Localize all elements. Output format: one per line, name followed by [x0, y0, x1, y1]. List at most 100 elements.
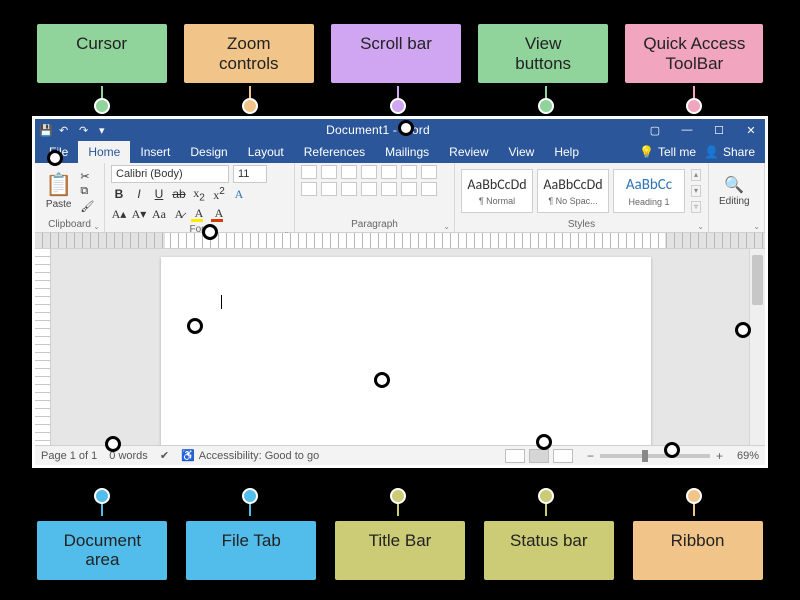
align-left-button[interactable] [301, 182, 317, 196]
page[interactable] [161, 257, 651, 445]
share-icon: 👤 [704, 145, 719, 159]
show-marks-button[interactable] [421, 165, 437, 179]
group-editing: 🔍 Editing [709, 163, 765, 232]
underline-button[interactable]: U [151, 187, 167, 202]
save-icon[interactable]: 💾 [39, 124, 51, 136]
view-web-layout[interactable] [553, 449, 573, 463]
status-page[interactable]: Page 1 of 1 [41, 450, 97, 462]
font-name-select[interactable]: Calibri (Body) [111, 165, 229, 183]
callout-document-area: Document area [37, 521, 167, 580]
accessibility-icon: ♿ [181, 449, 195, 462]
ribbon-tabs: File Home Insert Design Layout Reference… [35, 141, 765, 163]
align-right-button[interactable] [341, 182, 357, 196]
styles-scroll[interactable]: ▴▾▿ [689, 169, 701, 213]
callout-zoom-controls: Zoom controls [184, 24, 314, 83]
tab-insert[interactable]: Insert [130, 141, 180, 163]
line-spacing-button[interactable] [381, 182, 397, 196]
copy-icon[interactable]: ⧉ [80, 185, 94, 198]
font-color-button[interactable]: A [211, 206, 227, 222]
text-effects-button[interactable]: A [231, 187, 247, 202]
text-cursor [221, 295, 222, 309]
view-buttons [505, 449, 573, 463]
bullets-button[interactable] [301, 165, 317, 179]
callout-file-tab: File Tab [186, 521, 316, 580]
bold-button[interactable]: B [111, 187, 127, 202]
minimize-button[interactable]: — [677, 125, 697, 135]
justify-button[interactable] [361, 182, 377, 196]
zoom-slider[interactable] [600, 454, 710, 458]
grow-font-button[interactable]: A▴ [111, 207, 127, 222]
close-button[interactable]: ✕ [741, 125, 761, 135]
zoom-out-button[interactable]: − [585, 449, 596, 463]
highlight-button[interactable]: A [191, 206, 207, 222]
sort-button[interactable] [401, 165, 417, 179]
view-read-mode[interactable] [505, 449, 525, 463]
numbering-button[interactable] [321, 165, 337, 179]
tab-layout[interactable]: Layout [238, 141, 294, 163]
ribbon-display-icon[interactable]: ▢ [645, 125, 665, 135]
style-heading-1[interactable]: AaBbCc Heading 1 [613, 169, 685, 213]
tab-design[interactable]: Design [180, 141, 237, 163]
subscript-button[interactable]: x2 [191, 186, 207, 203]
group-clipboard: 📋 Paste ✂ ⧉ 🖌 Clipboard [35, 163, 105, 232]
superscript-button[interactable]: x2 [211, 186, 227, 203]
view-print-layout[interactable] [529, 449, 549, 463]
annotation-marker [536, 434, 552, 450]
zoom-controls: − + [585, 449, 725, 463]
group-label [709, 219, 764, 232]
clear-formatting-button[interactable]: A̷ [171, 207, 187, 222]
tab-review[interactable]: Review [439, 141, 498, 163]
borders-button[interactable] [421, 182, 437, 196]
callout-status-bar: Status bar [484, 521, 614, 580]
redo-icon[interactable]: ↷ [79, 124, 91, 136]
vertical-ruler[interactable] [35, 249, 51, 445]
align-center-button[interactable] [321, 182, 337, 196]
multilevel-button[interactable] [341, 165, 357, 179]
lightbulb-icon: 💡 [639, 145, 654, 159]
strikethrough-button[interactable]: ab [171, 187, 187, 202]
italic-button[interactable]: I [131, 187, 147, 202]
shading-button[interactable] [401, 182, 417, 196]
group-paragraph: Paragraph [295, 163, 455, 232]
customize-qat-icon[interactable]: ▾ [99, 124, 111, 136]
annotation-marker [735, 322, 751, 338]
ribbon: 📋 Paste ✂ ⧉ 🖌 Clipboard Calibri (Body) 1… [35, 163, 765, 233]
paste-button[interactable]: 📋 Paste [41, 172, 76, 210]
tab-view[interactable]: View [499, 141, 545, 163]
horizontal-ruler[interactable] [35, 233, 765, 249]
decrease-indent-button[interactable] [361, 165, 377, 179]
annotation-marker [202, 224, 218, 240]
callout-ribbon: Ribbon [633, 521, 763, 580]
share-button[interactable]: 👤 Share [704, 145, 755, 159]
undo-icon[interactable]: ↶ [59, 124, 71, 136]
format-painter-icon[interactable]: 🖌 [80, 200, 94, 213]
callout-quick-access: Quick Access ToolBar [625, 24, 763, 83]
tab-references[interactable]: References [294, 141, 375, 163]
callout-view-buttons: View buttons [478, 24, 608, 83]
tell-me[interactable]: 💡 Tell me [639, 145, 696, 159]
style-normal[interactable]: AaBbCcDd ¶ Normal [461, 169, 533, 213]
group-label: Paragraph [295, 219, 454, 232]
style-no-spacing[interactable]: AaBbCcDd ¶ No Spac... [537, 169, 609, 213]
cut-icon[interactable]: ✂ [80, 170, 94, 183]
annotation-marker [105, 436, 121, 452]
font-size-select[interactable]: 11 [233, 165, 267, 183]
zoom-in-button[interactable]: + [714, 449, 725, 463]
tab-home[interactable]: Home [78, 141, 130, 163]
status-accessibility[interactable]: ♿ Accessibility: Good to go [181, 449, 319, 462]
tab-help[interactable]: Help [544, 141, 589, 163]
increase-indent-button[interactable] [381, 165, 397, 179]
maximize-button[interactable]: ☐ [709, 125, 729, 135]
group-font: Calibri (Body) 11 B I U ab x2 x2 A A▴ A▾… [105, 163, 295, 232]
document-area[interactable] [51, 249, 749, 445]
zoom-level[interactable]: 69% [737, 450, 759, 462]
vertical-scrollbar[interactable] [749, 249, 765, 445]
shrink-font-button[interactable]: A▾ [131, 207, 147, 222]
scrollbar-thumb[interactable] [752, 255, 763, 305]
change-case-button[interactable]: Aa [151, 207, 167, 222]
annotation-marker [47, 150, 63, 166]
group-label: Clipboard [35, 219, 104, 232]
status-spellcheck-icon[interactable]: ✔ [160, 449, 169, 462]
tab-mailings[interactable]: Mailings [375, 141, 439, 163]
editing-button[interactable]: 🔍 Editing [715, 175, 754, 207]
